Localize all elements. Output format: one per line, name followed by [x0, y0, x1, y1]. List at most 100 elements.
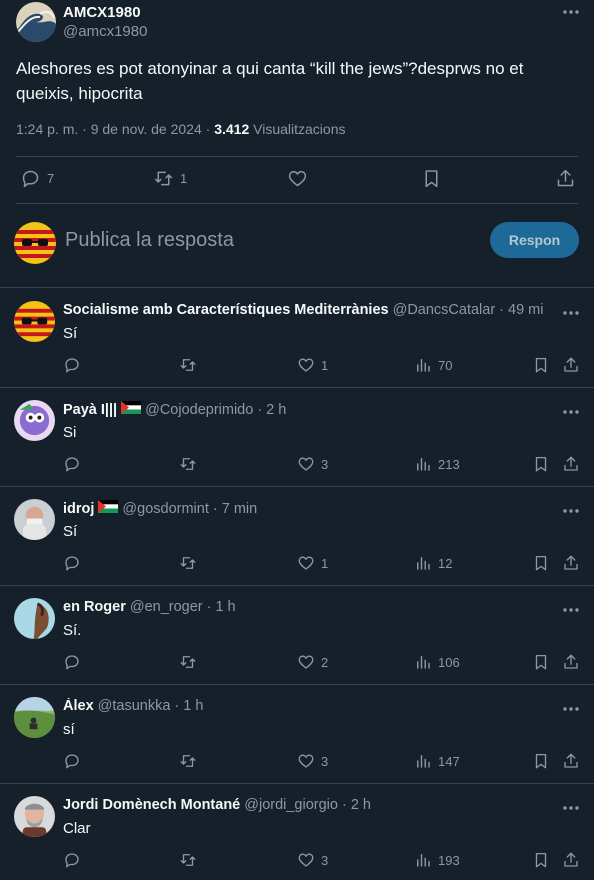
reply-time[interactable]: · 2 h	[257, 402, 286, 418]
author-handle[interactable]: @amcx1980	[63, 23, 147, 40]
author-avatar[interactable]	[16, 2, 56, 42]
share-button[interactable]	[562, 752, 580, 770]
like-button[interactable]: 3	[297, 752, 328, 770]
reply-button[interactable]	[63, 356, 81, 374]
reply-button[interactable]	[63, 554, 81, 572]
reply-button[interactable]	[63, 653, 81, 671]
reply-button[interactable]	[63, 455, 81, 473]
bookmark-button[interactable]	[421, 168, 442, 189]
bookmark-button[interactable]	[532, 356, 550, 374]
reply-text: Sí.	[63, 622, 82, 639]
share-button[interactable]	[562, 554, 580, 572]
reply-avatar[interactable]	[14, 499, 55, 540]
like-button[interactable]: 3	[297, 851, 328, 869]
tweet-timestamp[interactable]: 1:24 p. m. · 9 de nov. de 2024 ·	[16, 121, 214, 137]
reply-author-name[interactable]: Àlex	[63, 698, 94, 714]
like-button[interactable]	[287, 168, 308, 189]
repost-button[interactable]	[179, 653, 197, 671]
reply-time[interactable]: · 7 min	[213, 501, 257, 517]
reply-actions: 1 70	[0, 356, 594, 376]
reply-header: idroj @gosdormint · 7 min	[63, 500, 543, 517]
bookmark-button[interactable]	[532, 851, 550, 869]
reply-time[interactable]: · 49 min	[499, 302, 543, 318]
reply-time[interactable]: · 1 h	[207, 599, 236, 615]
reply-avatar[interactable]	[14, 697, 55, 738]
reply-time[interactable]: · 1 h	[174, 698, 203, 714]
reply-item[interactable]: Àlex @tasunkka · 1 h sí 3 147	[0, 685, 594, 784]
reply-author-handle[interactable]: @gosdormint	[122, 501, 208, 517]
reply-avatar[interactable]	[14, 400, 55, 441]
repost-icon	[179, 455, 197, 473]
reply-icon	[63, 851, 81, 869]
reply-icon	[63, 653, 81, 671]
reply-item[interactable]: idroj @gosdormint · 7 min Sí 1 12	[0, 487, 594, 586]
reply-time[interactable]: · 2 h	[342, 797, 371, 813]
reply-header: en Roger @en_roger · 1 h	[63, 599, 543, 615]
like-icon	[297, 752, 315, 770]
reply-actions: 3 213	[0, 455, 594, 475]
more-icon[interactable]	[561, 602, 581, 618]
more-icon[interactable]	[561, 800, 581, 816]
repost-button[interactable]	[179, 356, 197, 374]
share-button[interactable]	[562, 455, 580, 473]
reply-item[interactable]: Jordi Domènech Montané @jordi_giorgio · …	[0, 784, 594, 880]
more-icon[interactable]	[561, 404, 581, 420]
reply-header: Payà I||| @Cojodeprimido · 2 h	[63, 401, 543, 418]
reply-button[interactable]	[63, 752, 81, 770]
views-button[interactable]: 106	[414, 653, 460, 671]
author-name[interactable]: AMCX1980	[63, 4, 141, 21]
reply-author-handle[interactable]: @jordi_giorgio	[244, 797, 338, 813]
reply-author-name[interactable]: Payà I|||	[63, 402, 117, 418]
reply-button[interactable]	[63, 851, 81, 869]
reply-author-name[interactable]: idroj	[63, 501, 94, 517]
reply-author-name[interactable]: en Roger	[63, 599, 126, 615]
views-button[interactable]: 213	[414, 455, 460, 473]
reply-item[interactable]: Payà I||| @Cojodeprimido · 2 h Si 3 213	[0, 388, 594, 487]
reply-author-handle[interactable]: @Cojodeprimido	[145, 402, 253, 418]
share-button[interactable]	[562, 356, 580, 374]
bookmark-icon	[421, 168, 442, 189]
share-icon	[555, 168, 576, 189]
reply-item[interactable]: en Roger @en_roger · 1 h Sí. 2 106	[0, 586, 594, 685]
repost-button[interactable]	[179, 851, 197, 869]
like-button[interactable]: 1	[297, 356, 328, 374]
reply-submit-button[interactable]: Respon	[490, 222, 579, 258]
reply-avatar[interactable]	[14, 301, 55, 342]
share-button[interactable]	[555, 168, 576, 189]
bookmark-button[interactable]	[532, 752, 550, 770]
like-button[interactable]: 3	[297, 455, 328, 473]
views-button[interactable]: 193	[414, 851, 460, 869]
divider	[16, 156, 578, 157]
repost-button[interactable]: 1	[153, 168, 187, 189]
reply-input[interactable]: Publica la resposta	[65, 229, 234, 252]
bookmark-icon	[532, 356, 550, 374]
views-button[interactable]: 12	[414, 554, 452, 572]
more-icon[interactable]	[561, 305, 581, 321]
more-icon[interactable]	[561, 503, 581, 519]
bookmark-button[interactable]	[532, 653, 550, 671]
more-icon[interactable]	[561, 701, 581, 717]
repost-button[interactable]	[179, 455, 197, 473]
share-button[interactable]	[562, 851, 580, 869]
reply-author-name[interactable]: Socialisme amb Característiques Mediterr…	[63, 302, 389, 318]
reply-author-handle[interactable]: @tasunkka	[98, 698, 171, 714]
reply-author-name[interactable]: Jordi Domènech Montané	[63, 797, 240, 813]
repost-button[interactable]	[179, 752, 197, 770]
reply-author-handle[interactable]: @DancsCatalar	[393, 302, 496, 318]
reply-item[interactable]: Socialisme amb Característiques Mediterr…	[0, 289, 594, 388]
bookmark-button[interactable]	[532, 554, 550, 572]
bookmark-button[interactable]	[532, 455, 550, 473]
reply-avatar[interactable]	[14, 796, 55, 837]
share-button[interactable]	[562, 653, 580, 671]
reply-button[interactable]: 7	[20, 168, 54, 189]
views-button[interactable]: 70	[414, 356, 452, 374]
reply-text: Clar	[63, 820, 91, 837]
like-count: 3	[321, 852, 329, 868]
like-button[interactable]: 2	[297, 653, 328, 671]
like-button[interactable]: 1	[297, 554, 328, 572]
more-icon[interactable]	[561, 4, 581, 20]
reply-avatar[interactable]	[14, 598, 55, 639]
repost-button[interactable]	[179, 554, 197, 572]
reply-author-handle[interactable]: @en_roger	[130, 599, 203, 615]
views-button[interactable]: 147	[414, 752, 460, 770]
